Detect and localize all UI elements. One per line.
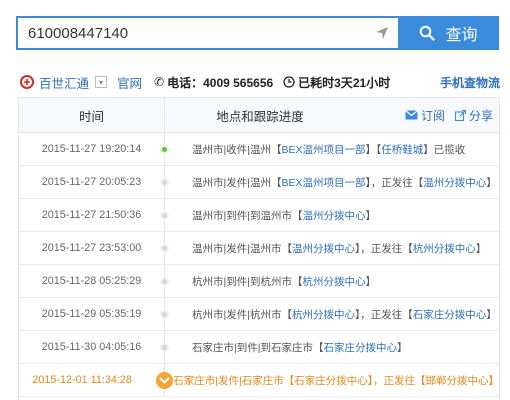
row-time: 2015-11-27 19:20:14 — [41, 143, 142, 155]
row-desc-h1: 石家庄分拨中心 — [323, 341, 397, 354]
row-desc-mid: 】 — [396, 341, 408, 354]
row-desc-h1: BEX温州项目一部 — [281, 176, 366, 189]
row-desc-pre: 石家庄市|到件|到石家庄市【 — [192, 341, 324, 354]
row-description: 杭州市|到件|到杭州市【杭州分拨中心】 — [164, 274, 376, 289]
carrier-dropdown[interactable]: ▾ — [95, 76, 108, 88]
search-button-label: 查询 — [445, 27, 478, 44]
row-time: 2015-11-27 20:05:23 — [41, 176, 142, 188]
row-time: 2015-11-30 04:05:16 — [41, 341, 142, 353]
row-desc-h1: BEX温州项目一部 — [281, 143, 366, 156]
share-button[interactable]: 分享 — [454, 107, 493, 124]
table-row: 2015-11-29 05:35:19 杭州市|发件|杭州市【杭州分拨中心】，正发… — [19, 298, 499, 331]
row-desc-h1: 温州分拨中心 — [302, 209, 366, 222]
tracking-rows: 2015-11-27 19:20:14 温州市|收件|温州【BEX温州项目一部】【… — [19, 133, 499, 397]
header-actions: 订阅 分享 — [395, 107, 499, 124]
row-time: 2015-11-28 05:25:29 — [41, 275, 142, 287]
subscribe-label: 订阅 — [420, 108, 445, 123]
row-desc-pre: 杭州市|到件|到杭州市【 — [192, 275, 303, 288]
row-desc-mid: 】【 — [365, 143, 382, 156]
truck-icon — [156, 372, 173, 389]
search-button[interactable]: 查询 — [398, 16, 499, 50]
row-description: 石家庄市|发件|石家庄市【石家庄分拨中心】，正发往【邯郸分拨中心】 — [145, 373, 499, 388]
search-box: 查询 — [16, 16, 499, 50]
header-location: 地点和跟踪进度 — [216, 109, 304, 124]
row-desc-post: 】 — [475, 242, 487, 255]
table-row: 2015-11-27 19:20:14 温州市|收件|温州【BEX温州项目一部】【… — [19, 133, 499, 166]
official-site-link[interactable]: 官网 — [117, 73, 142, 92]
row-desc-post: 】 — [488, 374, 500, 387]
timeline-dot — [160, 343, 169, 352]
row-desc-pre: 石家庄市|发件|石家庄市【 — [173, 374, 295, 387]
row-desc-post: 】 — [486, 308, 497, 321]
phone-icon: ✆ — [154, 75, 165, 89]
row-desc-h1: 杭州分拨中心 — [302, 275, 366, 288]
timeline-dot — [160, 145, 169, 154]
row-description: 温州市|发件|温州市【温州分拨中心】，正发往【杭州分拨中心】 — [164, 241, 486, 256]
row-desc-h2: 任桥鞋城 — [381, 143, 424, 156]
row-desc-pre: 杭州市|发件|杭州市【 — [192, 308, 292, 321]
subscribe-mail-icon — [405, 110, 418, 120]
row-desc-mid: 】，正发往【 — [365, 176, 424, 189]
table-row: 2015-11-27 20:05:23 温州市|发件|温州【BEX温州项目一部】，… — [19, 166, 499, 199]
row-desc-mid: 】，正发往【 — [354, 242, 413, 255]
row-desc-mid: 】 — [365, 209, 376, 222]
row-desc-post: 】 — [486, 176, 497, 189]
row-desc-pre: 温州市|发件|温州【 — [192, 176, 282, 189]
brand-logo-icon — [20, 75, 34, 89]
tracking-number-input[interactable] — [18, 18, 398, 48]
row-desc-h1: 温州分拨中心 — [291, 242, 355, 255]
row-time: 2015-11-27 21:50:36 — [41, 209, 142, 221]
row-desc-h2: 邯郸分拨中心 — [425, 374, 489, 387]
row-description: 石家庄市|到件|到石家庄市【石家庄分拨中心】 — [164, 340, 407, 355]
row-description: 温州市|发件|温州【BEX温州项目一部】，正发往【温州分拨中心】 — [164, 175, 497, 190]
row-desc-mid: 】 — [365, 275, 376, 288]
elapsed-time: 已耗时3天21小时 — [298, 75, 391, 90]
table-row: 2015-11-27 21:50:36 温州市|到件|到温州市【温州分拨中心】 — [19, 199, 499, 232]
row-desc-mid: 】，正发往【 — [354, 308, 413, 321]
table-header: 时间 地点和跟踪进度 订阅 分享 — [19, 97, 499, 133]
timeline-dot — [160, 310, 169, 319]
location-arrow-icon[interactable] — [374, 25, 390, 41]
timeline-dot — [160, 277, 169, 286]
subscribe-button[interactable]: 订阅 — [405, 107, 445, 124]
header-time: 时间 — [78, 109, 104, 124]
phone-number: 电话：4009 565656 — [167, 75, 274, 90]
row-time: 2015-11-27 23:53:00 — [41, 242, 142, 254]
share-icon — [454, 109, 466, 121]
timeline-dot — [160, 244, 169, 253]
row-desc-h1: 石家庄分拨中心 — [294, 374, 368, 387]
row-desc-pre: 温州市|到件|到温州市【 — [192, 209, 303, 222]
row-desc-h1: 杭州分拨中心 — [291, 308, 355, 321]
timeline-dot — [160, 178, 169, 187]
table-row: 2015-11-28 05:25:29 杭州市|到件|到杭州市【杭州分拨中心】 — [19, 265, 499, 298]
row-time: 2015-11-29 05:35:19 — [41, 308, 142, 320]
row-description: 温州市|到件|到温州市【温州分拨中心】 — [164, 208, 376, 223]
row-desc-mid: 】，正发往【 — [367, 374, 426, 387]
mobile-tracking-link[interactable]: 手机查物流 — [440, 74, 500, 91]
table-row: 2015-11-30 04:05:16 石家庄市|到件|到石家庄市【石家庄分拨中心… — [19, 331, 499, 364]
carrier-name: 百世汇通 — [39, 76, 90, 91]
row-description: 温州市|收件|温州【BEX温州项目一部】【任桥鞋城】已揽收 — [164, 142, 465, 157]
row-desc-pre: 温州市|收件|温州【 — [192, 143, 282, 156]
row-description: 杭州市|发件|杭州市【杭州分拨中心】，正发往【石家庄分拨中心】 — [164, 307, 497, 322]
row-time: 2015-12-01 11:34:28 — [32, 374, 132, 386]
carrier-info-bar: 百世汇通 ▾ 官网 ✆ 电话：4009 565656 已耗时3天21小时 手机查… — [20, 73, 500, 91]
row-desc-h2: 石家庄分拨中心 — [412, 308, 487, 321]
row-desc-h2: 杭州分拨中心 — [412, 242, 476, 255]
search-icon — [420, 25, 436, 41]
clock-icon — [283, 76, 295, 88]
table-row: 2015-11-27 23:53:00 温州市|发件|温州市【温州分拨中心】，正发… — [19, 232, 499, 265]
tracking-table: 时间 地点和跟踪进度 订阅 分享 2015-11-27 19:20:14 温州市|… — [18, 97, 500, 400]
table-row: 2015-12-01 11:34:28 石家庄市|发件|石家庄市【石家庄分拨中心】… — [19, 364, 499, 397]
timeline-dot — [160, 211, 169, 220]
row-desc-h2: 温州分拨中心 — [423, 176, 487, 189]
share-label: 分享 — [468, 108, 493, 123]
row-desc-post: 】已揽收 — [423, 143, 466, 156]
row-desc-pre: 温州市|发件|温州市【 — [192, 242, 292, 255]
